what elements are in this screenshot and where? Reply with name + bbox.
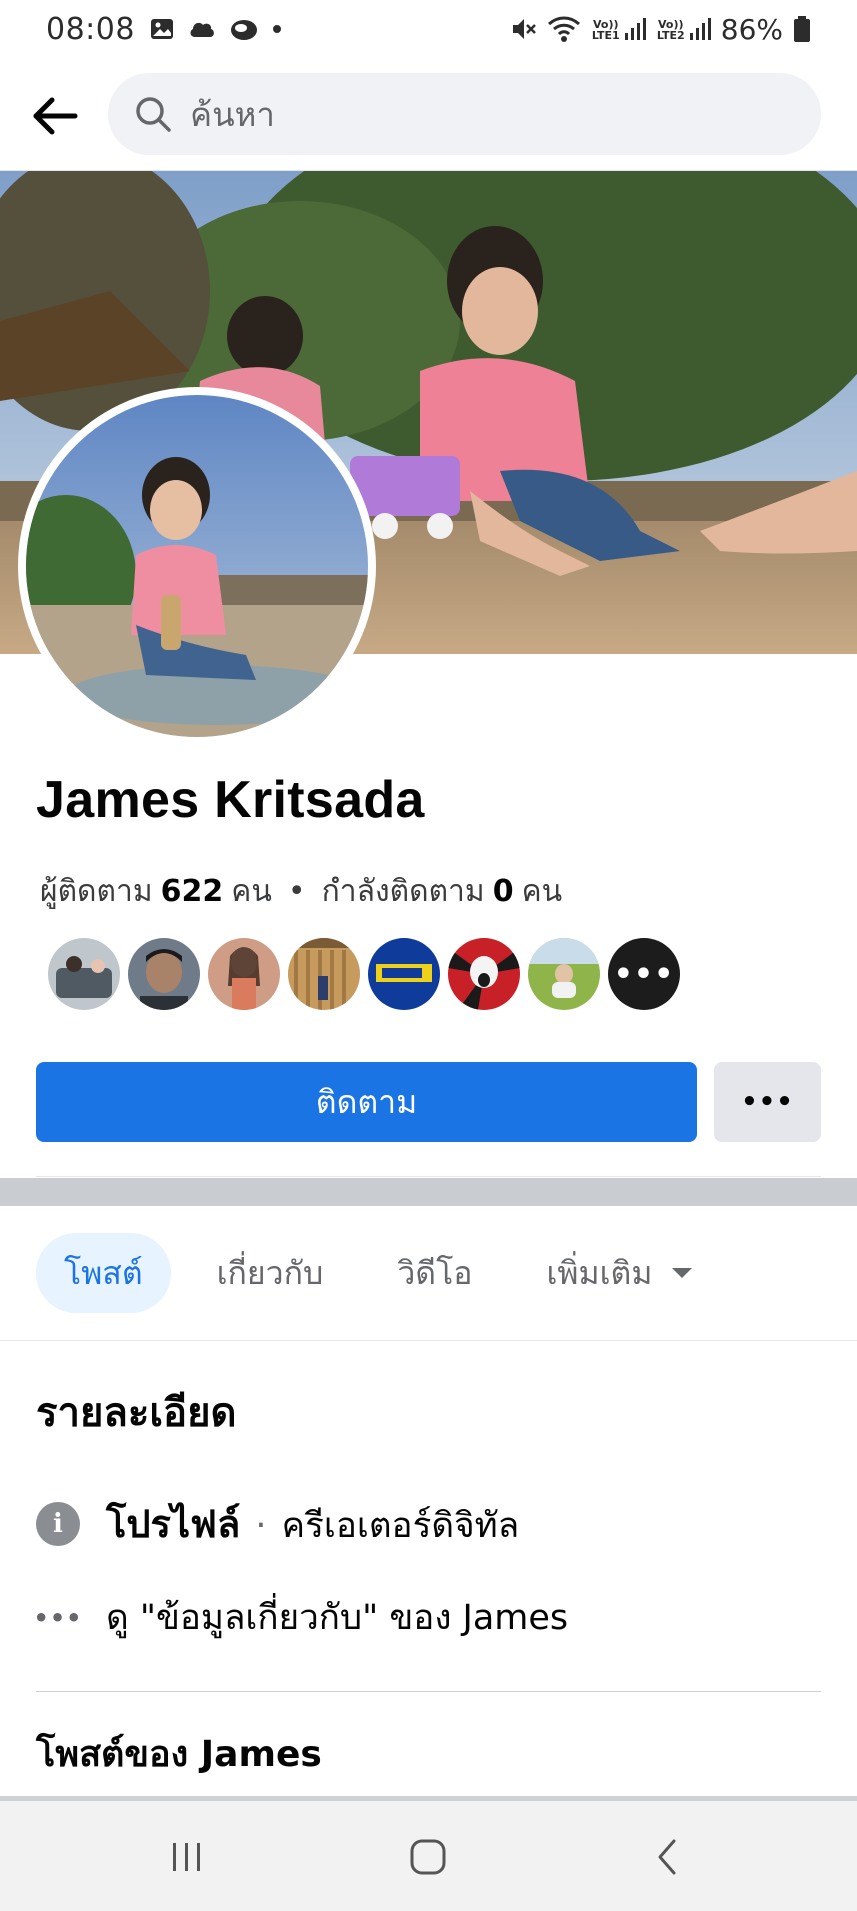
battery-icon — [794, 16, 810, 42]
recent-apps-icon — [173, 1843, 200, 1871]
info-icon: i — [36, 1501, 80, 1546]
separator: · — [255, 1506, 267, 1546]
tab-posts[interactable]: โพสต์ — [36, 1233, 171, 1313]
status-time: 08:08 — [46, 11, 135, 47]
detail-profile-category: i โปรไฟล์ · ครีเอเตอร์ดิจิทัล — [36, 1493, 519, 1554]
home-button[interactable] — [393, 1829, 463, 1885]
posts-title: โพสต์ของ James — [36, 1734, 322, 1775]
more-followers-button[interactable]: ••• — [608, 938, 680, 1010]
search-input[interactable]: ค้นหา — [108, 73, 821, 155]
stats-separator: • — [287, 874, 306, 909]
top-bar: ค้นหา — [0, 66, 857, 166]
tab-videos-label: วิดีโอ — [397, 1253, 473, 1292]
follow-button[interactable]: ติดตาม — [36, 1062, 697, 1142]
status-system-icons: Vo)) LTE1 Vo)) LTE2 86% — [509, 13, 811, 46]
followers-unit: คน — [231, 874, 272, 909]
sim1-label: Vo)) LTE1 — [591, 18, 620, 42]
signal-icon — [689, 18, 711, 40]
tab-about-label: เกี่ยวกับ — [216, 1253, 324, 1292]
system-nav-bar — [0, 1801, 857, 1911]
tab-more[interactable]: เพิ่มเติม — [518, 1233, 720, 1313]
image-icon — [150, 19, 173, 39]
following-label[interactable]: กำลังติดตาม — [322, 868, 485, 915]
sim1-indicator: Vo)) LTE1 — [591, 17, 646, 41]
profile-category: ครีเอเตอร์ดิจิทัล — [281, 1506, 520, 1546]
more-options-button[interactable]: ••• — [714, 1062, 821, 1142]
tabs-divider — [0, 1340, 857, 1341]
tab-posts-label: โพสต์ — [64, 1253, 143, 1292]
chevron-left-icon — [658, 1839, 676, 1875]
profile-label: โปรไฟล์ — [106, 1502, 241, 1546]
divider — [36, 1176, 821, 1177]
follower-avatar[interactable] — [48, 938, 120, 1010]
details-title: รายละเอียด — [36, 1390, 237, 1436]
follow-stats: ผู้ติดตาม 622 คน • กำลังติดตาม 0 คน — [40, 868, 562, 915]
recent-apps-button[interactable] — [152, 1829, 222, 1885]
signal-icon — [624, 18, 646, 40]
search-placeholder: ค้นหา — [190, 94, 275, 134]
app-icon — [230, 20, 257, 40]
more-dots-icon: ••• — [33, 1603, 83, 1632]
status-bar: 08:08 Vo)) LTE1 Vo)) LTE2 86% — [0, 0, 857, 58]
battery-percent: 86% — [720, 12, 783, 46]
about-link[interactable]: ดู "ข้อมูลเกี่ยวกับ" ของ James — [106, 1590, 568, 1645]
system-back-button[interactable] — [633, 1829, 703, 1885]
status-notification-icons — [149, 16, 283, 42]
section-separator — [0, 1178, 857, 1206]
cloud-icon — [190, 22, 214, 37]
follower-avatars: ••• — [48, 938, 680, 1010]
caret-down-icon — [672, 1268, 693, 1278]
profile-tabs: โพสต์ เกี่ยวกับ วิดีโอ เพิ่มเติม — [36, 1233, 738, 1313]
details-divider — [36, 1691, 821, 1692]
follower-avatar[interactable] — [288, 938, 360, 1010]
following-unit: คน — [521, 874, 563, 909]
detail-text: โปรไฟล์ · ครีเอเตอร์ดิจิทัล — [106, 1493, 519, 1554]
follower-avatar[interactable] — [208, 938, 280, 1010]
follower-avatar[interactable] — [448, 938, 520, 1010]
mute-icon — [512, 19, 536, 39]
following-count[interactable]: 0 — [493, 874, 514, 909]
follower-avatar[interactable] — [128, 938, 200, 1010]
back-button[interactable] — [28, 92, 80, 140]
follower-avatar[interactable] — [368, 938, 440, 1010]
avatar-image — [26, 395, 368, 737]
sim2-label: Vo)) LTE2 — [656, 18, 685, 42]
follower-avatar[interactable] — [528, 938, 600, 1010]
tab-about[interactable]: เกี่ยวกับ — [189, 1233, 352, 1313]
about-link-row[interactable]: ••• ดู "ข้อมูลเกี่ยวกับ" ของ James — [33, 1590, 568, 1645]
home-icon — [410, 1839, 446, 1875]
back-arrow-icon — [33, 97, 78, 135]
profile-name: James Kritsada — [36, 771, 425, 829]
avatar — [26, 395, 368, 737]
wifi-icon — [547, 16, 580, 42]
followers-count[interactable]: 622 — [161, 874, 224, 909]
tab-videos[interactable]: วิดีโอ — [369, 1233, 500, 1313]
dot-icon — [272, 25, 281, 33]
sim2-indicator: Vo)) LTE2 — [656, 17, 711, 41]
search-icon — [136, 97, 171, 132]
tab-more-label: เพิ่มเติม — [546, 1253, 653, 1292]
profile-picture[interactable] — [18, 387, 376, 745]
followers-label[interactable]: ผู้ติดตาม — [40, 868, 153, 915]
